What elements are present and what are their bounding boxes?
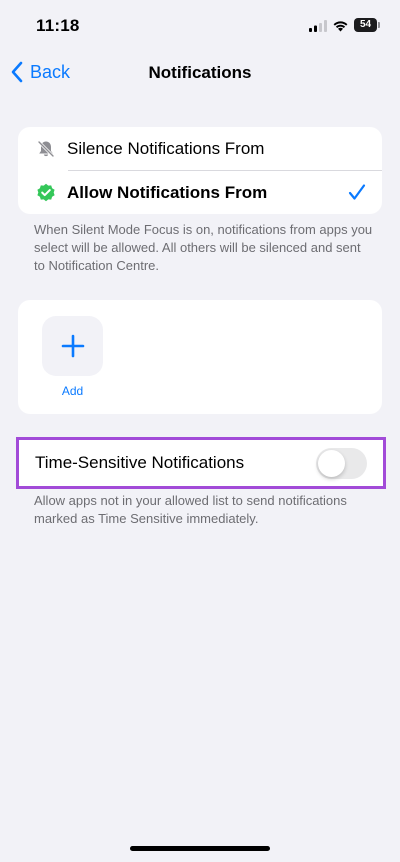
notifications-screen: 11:18 54 Back Notifications Silence Noti…	[0, 0, 400, 862]
checkmark-seal-icon	[37, 183, 55, 202]
battery-cap	[378, 22, 380, 28]
option-allow-notifications[interactable]: Allow Notifications From	[18, 171, 382, 214]
status-time: 11:18	[36, 16, 80, 35]
option-silence-notifications[interactable]: Silence Notifications From	[18, 127, 382, 171]
cellular-signal-icon	[309, 20, 327, 32]
add-label: Add	[61, 384, 84, 398]
page-title: Notifications	[148, 63, 252, 82]
option-label: Silence Notifications From	[67, 138, 265, 158]
battery-icon: 54	[354, 18, 381, 33]
navigation-bar: Back Notifications	[0, 52, 400, 96]
focus-mode-footnote: When Silent Mode Focus is on, notificati…	[34, 222, 373, 273]
battery-level: 54	[354, 18, 377, 32]
notification-mode-list: Silence Notifications From Allow Notific…	[18, 127, 382, 214]
time-sensitive-toggle[interactable]	[316, 448, 367, 479]
allowed-apps-card: Add	[18, 300, 382, 414]
toggle-knob	[318, 450, 345, 477]
status-bar: 11:18 54	[0, 0, 400, 52]
time-sensitive-footnote: Allow apps not in your allowed list to s…	[34, 493, 347, 526]
add-app-button[interactable]	[42, 316, 103, 376]
checkmark-icon	[348, 184, 366, 200]
time-sensitive-label: Time-Sensitive Notifications	[35, 453, 245, 472]
plus-icon	[61, 334, 84, 358]
option-label: Allow Notifications From	[67, 182, 268, 202]
wifi-icon	[333, 21, 348, 32]
time-sensitive-row: Time-Sensitive Notifications	[19, 440, 383, 486]
bell-slash-icon	[37, 140, 55, 158]
home-indicator[interactable]	[130, 846, 270, 851]
